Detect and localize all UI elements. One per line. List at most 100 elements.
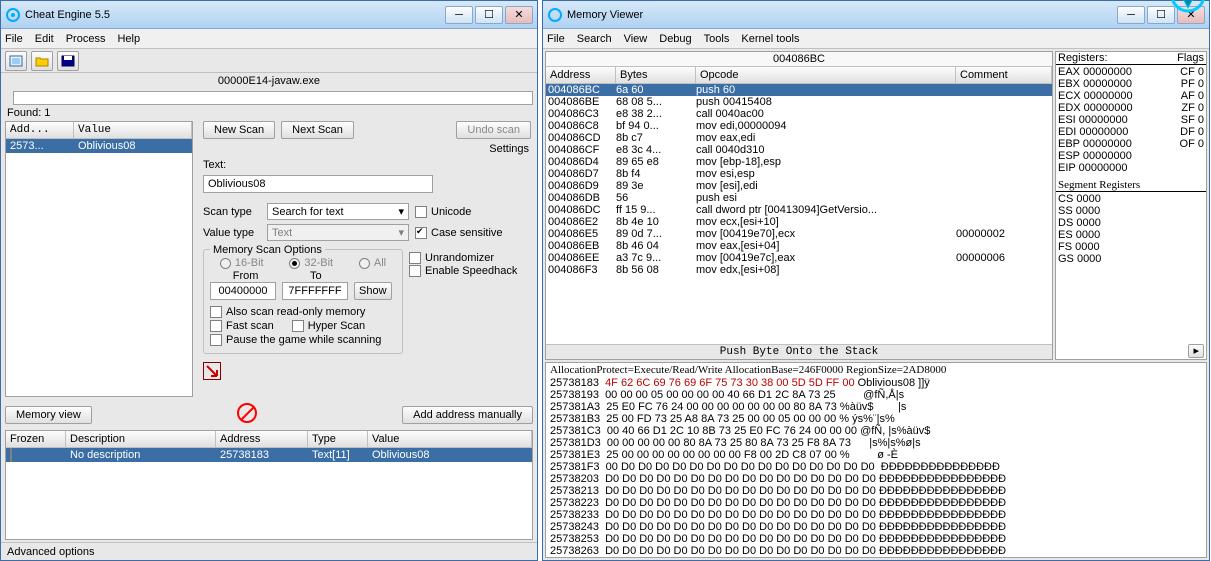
prohibit-icon[interactable] [237, 403, 257, 423]
mv-menu-debug[interactable]: Debug [659, 33, 691, 45]
dump-row[interactable]: 257381A3 25 E0 FC 76 24 00 00 00 00 00 0… [550, 401, 1202, 413]
disasm-row[interactable]: 004086E28b 4e 10mov ecx,[esi+10] [546, 216, 1052, 228]
mv-minimize-button[interactable]: ─ [1117, 6, 1145, 24]
current-address: 004086BC [546, 52, 1052, 67]
new-scan-button[interactable]: New Scan [203, 121, 275, 139]
dump-row[interactable]: 25738253 D0 D0 D0 D0 D0 D0 D0 D0 D0 D0 D… [550, 533, 1202, 545]
mv-menu-view[interactable]: View [624, 33, 648, 45]
col-description[interactable]: Description [66, 431, 216, 447]
dump-row[interactable]: 257381D3 00 00 00 00 00 80 8A 73 25 80 8… [550, 437, 1202, 449]
mv-titlebar[interactable]: Memory Viewer ─ ☐ ✕ [543, 1, 1209, 29]
dump-row[interactable]: 257381E3 25 00 00 00 00 00 00 00 00 F8 0… [550, 449, 1202, 461]
dump-row[interactable]: 25738213 D0 D0 D0 D0 D0 D0 D0 D0 D0 D0 D… [550, 485, 1202, 497]
instruction-info: Push Byte Onto the Stack [546, 344, 1052, 359]
dump-row[interactable]: 25738203 D0 D0 D0 D0 D0 D0 D0 D0 D0 D0 D… [550, 473, 1202, 485]
dump-row[interactable]: 257381B3 25 00 FD 73 25 A8 8A 73 25 00 0… [550, 413, 1202, 425]
show-button[interactable]: Show [354, 282, 392, 300]
save-button[interactable] [57, 51, 79, 71]
col-value[interactable]: Value [368, 431, 532, 447]
unrandomizer-checkbox[interactable] [409, 252, 421, 264]
ce-titlebar[interactable]: Cheat Engine 5.5 ─ ☐ ✕ [1, 1, 537, 29]
registers-header: Registers: [1058, 52, 1108, 64]
minimize-button[interactable]: ─ [445, 6, 473, 24]
disasm-row[interactable]: 004086C3e8 38 2...call 0040ac00 [546, 108, 1052, 120]
from-input[interactable] [210, 282, 276, 300]
mv-menu-search[interactable]: Search [577, 33, 612, 45]
disasm-row[interactable]: 004086D989 3emov [esi],edi [546, 180, 1052, 192]
hyperscan-checkbox[interactable] [292, 320, 304, 332]
address-row[interactable]: No description 25738183 Text[11] Oblivio… [6, 448, 532, 462]
add-address-button[interactable]: Add address manually [402, 406, 533, 424]
settings-link[interactable]: Settings [489, 143, 529, 155]
menu-help[interactable]: Help [117, 33, 140, 45]
results-row[interactable]: 2573... Oblivious08 [6, 139, 192, 153]
dump-row[interactable]: 257381F3 00 D0 D0 D0 D0 D0 D0 D0 D0 D0 D… [550, 461, 1202, 473]
dump-row[interactable]: 257381C3 00 40 66 D1 2C 10 8B 73 25 E0 F… [550, 425, 1202, 437]
disasm-row[interactable]: 004086C8bf 94 0...mov edi,00000094 [546, 120, 1052, 132]
disasm-row[interactable]: 004086D489 65 e8mov [ebp-18],esp [546, 156, 1052, 168]
advanced-options[interactable]: Advanced options [7, 546, 94, 558]
disasm-row[interactable]: 004086E589 0d 7...mov [00419e70],ecx0000… [546, 228, 1052, 240]
readonly-checkbox[interactable] [210, 306, 222, 318]
segment-row: GS 0000 [1058, 253, 1204, 265]
disasm-row[interactable]: 004086BE68 08 5...push 00415408 [546, 96, 1052, 108]
disasm-col-opcode[interactable]: Opcode [696, 67, 956, 83]
dump-row[interactable]: 25738183 4F 62 6C 69 76 69 6F 75 73 30 3… [550, 377, 1202, 389]
col-frozen[interactable]: Frozen [6, 431, 66, 447]
disasm-row[interactable]: 004086EEa3 7c 9...mov [00419e7c],eax0000… [546, 252, 1052, 264]
mv-menu-file[interactable]: File [547, 33, 565, 45]
col-address[interactable]: Address [216, 431, 308, 447]
open-process-button[interactable] [5, 51, 27, 71]
case-sensitive-checkbox[interactable] [415, 227, 427, 239]
disasm-row[interactable]: 004086F38b 56 08mov edx,[esi+08] [546, 264, 1052, 276]
dump-row[interactable]: 25738193 00 00 00 05 00 00 00 00 40 66 D… [550, 389, 1202, 401]
disasm-row[interactable]: 004086D78b f4mov esi,esp [546, 168, 1052, 180]
results-hdr-address[interactable]: Add... [6, 122, 74, 138]
results-list[interactable]: Add... Value 2573... Oblivious08 [5, 121, 193, 397]
disasm-col-address[interactable]: Address [546, 67, 616, 83]
disasm-col-bytes[interactable]: Bytes [616, 67, 696, 83]
menu-edit[interactable]: Edit [35, 33, 54, 45]
disasm-row[interactable]: 004086CFe8 3c 4...call 0040d310 [546, 144, 1052, 156]
arrow-icon[interactable] [203, 362, 221, 380]
mv-menu-kernel[interactable]: Kernel tools [741, 33, 799, 45]
regs-expand-button[interactable]: ▸ [1188, 344, 1204, 358]
register-row: EIP 00000000 [1058, 162, 1204, 174]
speedhack-checkbox[interactable] [409, 265, 421, 277]
close-button[interactable]: ✕ [505, 6, 533, 24]
maximize-button[interactable]: ☐ [475, 6, 503, 24]
disasm-row[interactable]: 004086DCff 15 9...call dword ptr [004130… [546, 204, 1052, 216]
dump-row[interactable]: 25738263 D0 D0 D0 D0 D0 D0 D0 D0 D0 D0 D… [550, 545, 1202, 557]
memory-view-button[interactable]: Memory view [5, 406, 92, 424]
address-table[interactable]: Frozen Description Address Type Value No… [5, 430, 533, 540]
hex-dump-panel[interactable]: AllocationProtect=Execute/Read/Write All… [545, 362, 1207, 558]
col-type[interactable]: Type [308, 431, 368, 447]
results-hdr-value[interactable]: Value [74, 122, 192, 138]
text-input[interactable] [203, 175, 433, 193]
dump-row[interactable]: 25738233 D0 D0 D0 D0 D0 D0 D0 D0 D0 D0 D… [550, 509, 1202, 521]
unicode-checkbox[interactable] [415, 206, 427, 218]
to-input[interactable] [282, 282, 348, 300]
bit32-radio [289, 258, 300, 269]
frozen-checkbox[interactable] [10, 448, 12, 462]
disasm-col-comment[interactable]: Comment [956, 67, 1052, 83]
segment-row: ES 0000 [1058, 229, 1204, 241]
mv-menu-tools[interactable]: Tools [704, 33, 730, 45]
open-file-button[interactable] [31, 51, 53, 71]
ce-menubar: File Edit Process Help [1, 29, 537, 49]
dump-row[interactable]: 25738223 D0 D0 D0 D0 D0 D0 D0 D0 D0 D0 D… [550, 497, 1202, 509]
dump-row[interactable]: 25738243 D0 D0 D0 D0 D0 D0 D0 D0 D0 D0 D… [550, 521, 1202, 533]
scan-type-select[interactable]: Search for text▾ [267, 203, 409, 220]
disasm-row[interactable]: 004086DB56push esi [546, 192, 1052, 204]
next-scan-button[interactable]: Next Scan [281, 121, 354, 139]
fastscan-checkbox[interactable] [210, 320, 222, 332]
value-type-select[interactable]: Text▾ [267, 224, 409, 241]
undo-scan-button[interactable]: Undo scan [456, 121, 531, 139]
menu-file[interactable]: File [5, 33, 23, 45]
pause-checkbox[interactable] [210, 334, 222, 346]
disasm-row[interactable]: 004086CD8b c7mov eax,edi [546, 132, 1052, 144]
menu-process[interactable]: Process [66, 33, 106, 45]
disassembly-panel[interactable]: 004086BC Address Bytes Opcode Comment 00… [545, 51, 1053, 360]
disasm-row[interactable]: 004086EB8b 46 04mov eax,[esi+04] [546, 240, 1052, 252]
disasm-row[interactable]: 004086BC6a 60push 60 [546, 84, 1052, 96]
